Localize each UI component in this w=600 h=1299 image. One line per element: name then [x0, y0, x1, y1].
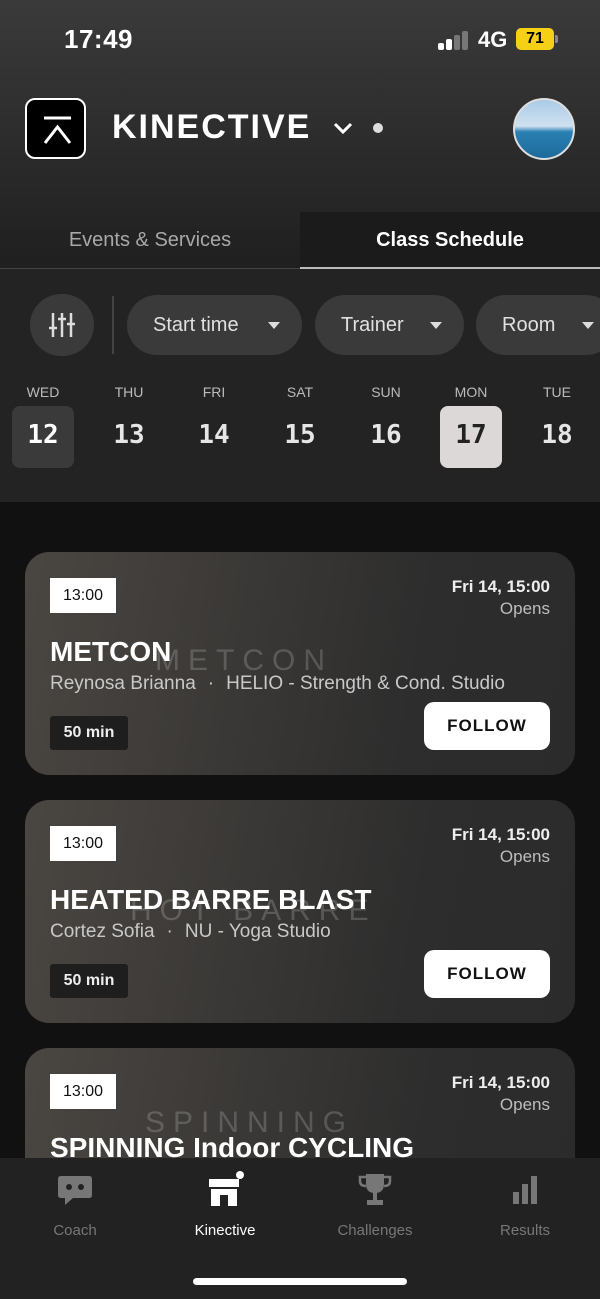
- nav-coach[interactable]: Coach: [0, 1170, 150, 1239]
- nav-label: Challenges: [337, 1222, 413, 1239]
- room-filter[interactable]: Room: [476, 295, 600, 355]
- bar-chart-icon: [505, 1170, 545, 1210]
- class-meta: Cortez Sofia · NU - Yoga Studio: [50, 921, 331, 942]
- opens-date: Fri 14, 15:00: [451, 825, 550, 844]
- home-indicator: [193, 1278, 407, 1285]
- kinective-logo-icon[interactable]: [25, 98, 86, 159]
- day-name: WED: [26, 384, 60, 400]
- nav-kinective[interactable]: Kinective: [150, 1170, 300, 1239]
- day-number: 12: [12, 406, 74, 468]
- filter-separator: [112, 296, 114, 354]
- trainer-name: Cortez Sofia: [50, 921, 155, 942]
- day-tue[interactable]: TUE 18: [526, 380, 588, 468]
- sliders-icon: [49, 313, 75, 337]
- day-sun[interactable]: SUN 16: [355, 380, 417, 468]
- class-title: METCON: [50, 636, 172, 667]
- day-name: TUE: [543, 384, 571, 400]
- battery-level: 71: [516, 28, 554, 50]
- tab-class-schedule[interactable]: Class Schedule: [300, 212, 600, 268]
- network-type: 4G: [478, 27, 508, 52]
- trainer-name: Reynosa Brianna: [50, 673, 196, 694]
- day-number: 17: [440, 406, 502, 468]
- day-mon[interactable]: MON 17: [440, 380, 502, 468]
- nav-challenges[interactable]: Challenges: [300, 1170, 450, 1239]
- notification-dot-icon: [373, 123, 383, 133]
- trainer-filter[interactable]: Trainer: [315, 295, 464, 355]
- opens-label: Opens: [499, 847, 550, 866]
- signal-icon: [438, 30, 470, 50]
- follow-button[interactable]: FOLLOW: [424, 702, 550, 750]
- nav-results[interactable]: Results: [450, 1170, 600, 1239]
- duration-badge: 50 min: [50, 716, 128, 750]
- status-time: 17:49: [64, 24, 133, 54]
- class-time-badge: 13:00: [50, 826, 116, 861]
- day-number: 13: [113, 420, 145, 450]
- store-icon: [205, 1170, 245, 1210]
- opens-label: Opens: [499, 1095, 550, 1114]
- brand-name[interactable]: KINECTIVE: [112, 108, 311, 147]
- day-number: 18: [541, 420, 573, 450]
- class-card[interactable]: HOT BARRE 13:00 Fri 14, 15:00 Opens HEAT…: [25, 800, 575, 1023]
- start-time-filter[interactable]: Start time: [127, 295, 302, 355]
- opens-date: Fri 14, 15:00: [451, 577, 550, 596]
- day-number: 15: [284, 420, 316, 450]
- day-thu[interactable]: THU 13: [98, 380, 160, 468]
- tab-events-services[interactable]: Events & Services: [0, 212, 300, 268]
- day-name: SAT: [286, 384, 314, 400]
- duration-badge: 50 min: [50, 964, 128, 998]
- studio-name: NU - Yoga Studio: [184, 921, 331, 942]
- studio-name: HELIO - Strength & Cond. Studio: [226, 673, 505, 694]
- start-time-label: Start time: [153, 314, 239, 336]
- room-label: Room: [502, 314, 556, 336]
- nav-label: Coach: [53, 1222, 97, 1239]
- opens-date: Fri 14, 15:00: [451, 1073, 550, 1092]
- trainer-label: Trainer: [341, 314, 404, 336]
- battery-icon: 71: [516, 28, 558, 50]
- class-time-badge: 13:00: [50, 578, 116, 613]
- day-name: MON: [454, 384, 488, 400]
- class-meta: Reynosa Brianna · HELIO - Strength & Cond.…: [50, 673, 505, 694]
- nav-label: Results: [499, 1222, 551, 1239]
- follow-button[interactable]: FOLLOW: [424, 950, 550, 998]
- chat-bubble-icon: [55, 1170, 95, 1210]
- avatar[interactable]: [513, 98, 575, 160]
- day-name: FRI: [202, 384, 226, 400]
- day-number: 16: [370, 420, 402, 450]
- caret-down-icon: [430, 322, 442, 329]
- opens-label: Opens: [499, 599, 550, 618]
- day-name: SUN: [371, 384, 401, 400]
- day-wed[interactable]: WED 12: [12, 380, 74, 468]
- caret-down-icon: [268, 322, 280, 329]
- chevron-down-icon[interactable]: [330, 118, 356, 138]
- caret-down-icon: [582, 322, 594, 329]
- class-card[interactable]: METCON 13:00 Fri 14, 15:00 Opens METCON …: [25, 552, 575, 775]
- day-number: 14: [198, 420, 230, 450]
- day-fri[interactable]: FRI 14: [183, 380, 245, 468]
- day-sat[interactable]: SAT 15: [269, 380, 331, 468]
- trophy-icon: [355, 1170, 395, 1210]
- class-title: HEATED BARRE BLAST: [50, 884, 372, 915]
- filter-settings-button[interactable]: [30, 294, 94, 356]
- status-bar: 17:49 4G 71: [0, 0, 600, 80]
- day-name: THU: [114, 384, 144, 400]
- nav-label: Kinective: [194, 1222, 256, 1239]
- class-time-badge: 13:00: [50, 1074, 116, 1109]
